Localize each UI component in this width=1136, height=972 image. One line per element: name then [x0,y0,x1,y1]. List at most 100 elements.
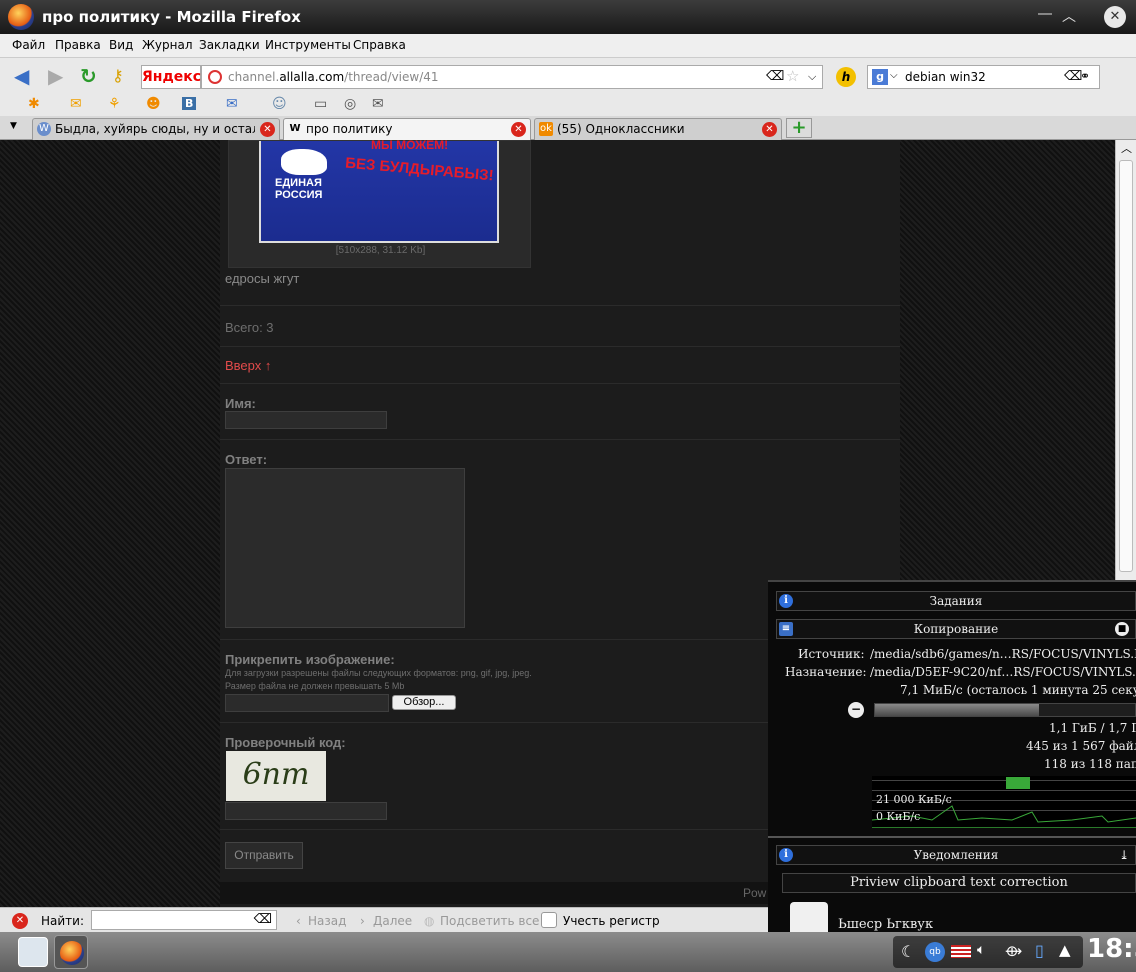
window-title: про политику - Mozilla Firefox [42,8,301,26]
us-flag-icon[interactable] [951,945,971,958]
find-input[interactable]: ⌫ [91,910,277,930]
menu-bookmarks[interactable]: Закладки [199,38,260,52]
binoculars-icon[interactable]: ⚭ [1080,69,1090,83]
site-icon [208,70,222,84]
tab-1[interactable]: W Быдла, хуйярь сюды, ну и остал... ✕ [32,118,280,140]
copy-progress-bar [874,703,1136,717]
google-icon[interactable]: g [872,69,888,85]
volume-icon[interactable]: 🔈︎ [977,942,985,958]
search-input[interactable]: debian win32 [905,70,986,84]
captcha-input[interactable] [225,802,387,820]
file-path-input[interactable] [225,694,389,712]
tasks-header: i Задания [776,591,1136,611]
vkontakte-icon[interactable]: В [182,97,197,110]
up-link[interactable]: Вверх ↑ [225,358,271,373]
post-image-box: ЕДИНАЯ РОССИЯ МЫ МОЖЕМ! БЕЗ БУЛДЫРАБЫЗ! … [228,138,531,268]
download-icon[interactable]: ⤓ [1119,846,1129,864]
usb-icon[interactable]: ⟴ [1005,942,1022,960]
url-bar[interactable]: channel.allalla.com/thread/view/41 ⌫ ☆ ⌵ [201,65,823,89]
divider [768,836,1136,838]
search-bar[interactable]: g ⌵ debian win32 ⌫ ⚭ [867,65,1100,89]
source-label: Источник: [798,647,865,661]
scroll-thumb[interactable] [1119,160,1133,572]
menu-bar: Файл Правка Вид Журнал Закладки Инструме… [0,34,1136,58]
find-bar: ✕ Найти: ⌫ ‹ Назад › Далее ◍ Подсветить … [0,907,770,932]
notification-item-header: Priview clipboard text correction [782,873,1136,893]
tab-close-icon[interactable]: ✕ [762,122,777,137]
reload-icon[interactable]: ↻ [80,66,97,86]
copy-job-title: Копирование [913,622,999,636]
maximize-button[interactable]: ︿ [1062,6,1076,26]
pause-minus-icon[interactable]: − [848,702,864,718]
find-prev-button[interactable]: Назад [308,914,346,928]
page-scrollbar[interactable]: ︿ [1115,140,1136,580]
forward-arrow-icon[interactable]: ▶ [48,66,63,86]
captcha-label: Проверочный код: [225,735,346,750]
letter-icon[interactable]: ✉ [372,96,384,112]
clear-find-icon[interactable]: ⌫ [254,912,272,927]
reply-textarea[interactable] [225,468,465,628]
back-arrow-icon[interactable]: ◀ [14,66,29,86]
menu-file[interactable]: Файл [12,38,45,52]
menu-history[interactable]: Журнал [142,38,193,52]
key-icon[interactable]: ⚷ [112,66,124,86]
name-input[interactable] [225,411,387,429]
tasks-popup: i Задания ≡ Копирование ■ Источник: /med… [768,580,1136,934]
highlight-all-button[interactable]: Подсветить все [440,914,539,928]
match-case-label: Учесть регистр [563,914,660,928]
name-label: Имя: [225,396,256,411]
menu-view[interactable]: Вид [109,38,133,52]
minimize-button[interactable]: ― [1038,6,1052,22]
speed-graph: 21 000 КиБ/с 0 КиБ/с [872,776,1136,828]
submit-button[interactable]: Отправить [225,842,303,869]
match-case-checkbox[interactable] [541,912,557,928]
copy-progress-fill [875,704,1039,716]
url-dropdown-icon[interactable]: ⌵ [808,70,816,84]
yandex-button[interactable]: Яндекс [141,65,201,89]
phone-icon[interactable]: ▯ [1035,941,1044,960]
divider [220,439,900,440]
find-close-icon[interactable]: ✕ [12,913,28,929]
envelope-icon[interactable]: ✉ [226,96,238,112]
folders-progress: 118 из 118 папо [1044,757,1136,771]
tab-3[interactable]: ok (55) Одноклассники ✕ [534,118,782,140]
find-next-icon[interactable]: › [360,914,365,928]
moon-icon[interactable]: ☾ [901,942,915,961]
window-close-button[interactable]: ✕ [1104,6,1126,28]
scroll-up-icon[interactable]: ︿ [1121,140,1132,156]
browse-button[interactable]: Обзор... [392,695,456,710]
mail-icon[interactable]: ✉ [70,96,82,112]
menu-tools[interactable]: Инструменты [265,38,351,52]
tab-close-icon[interactable]: ✕ [511,122,526,137]
clock-icon[interactable]: ◎ [344,96,356,112]
tab-close-icon[interactable]: ✕ [260,122,275,137]
post-image[interactable]: ЕДИНАЯ РОССИЯ МЫ МОЖЕМ! БЕЗ БУЛДЫРАБЫЗ! [259,138,499,243]
odnoklassniki-icon[interactable]: ✱ [28,96,40,112]
user-icon[interactable]: ☻ [146,96,161,112]
clear-url-icon[interactable]: ⌫ [766,69,784,84]
find-next-button[interactable]: Далее [373,914,412,928]
poster-party: ЕДИНАЯ РОССИЯ [275,177,323,201]
notification-app-icon [790,902,828,934]
find-prev-icon[interactable]: ‹ [296,914,301,928]
bear-logo-icon [281,149,327,175]
bookmark-star-icon[interactable]: ☆ [786,67,799,85]
menu-edit[interactable]: Правка [55,38,101,52]
search-engine-dropdown-icon[interactable]: ⌵ [890,70,898,81]
qbittorrent-icon[interactable]: qb [925,942,945,962]
computer-icon[interactable] [18,937,48,967]
firefox-task-button[interactable] [54,935,88,969]
menu-help[interactable]: Справка [353,38,406,52]
stop-job-icon[interactable]: ■ [1115,622,1129,636]
clock[interactable]: 18:5 [1087,934,1136,964]
info-icon: i [779,848,793,862]
screen-icon[interactable]: ▭ [314,96,327,112]
tab-2[interactable]: W про политику ✕ [283,118,531,140]
notification-item-text: Ьшеср Ьгквук [838,917,934,932]
ya-ru-icon[interactable]: ⚘ [108,96,121,112]
h-addon-icon[interactable]: h [836,67,856,87]
new-tab-button[interactable]: + [786,118,812,138]
contacts-icon[interactable]: ☺ [272,96,287,112]
tab-list-icon[interactable]: ▼ [10,121,17,131]
tray-expand-icon[interactable]: ▲ [1059,941,1071,959]
